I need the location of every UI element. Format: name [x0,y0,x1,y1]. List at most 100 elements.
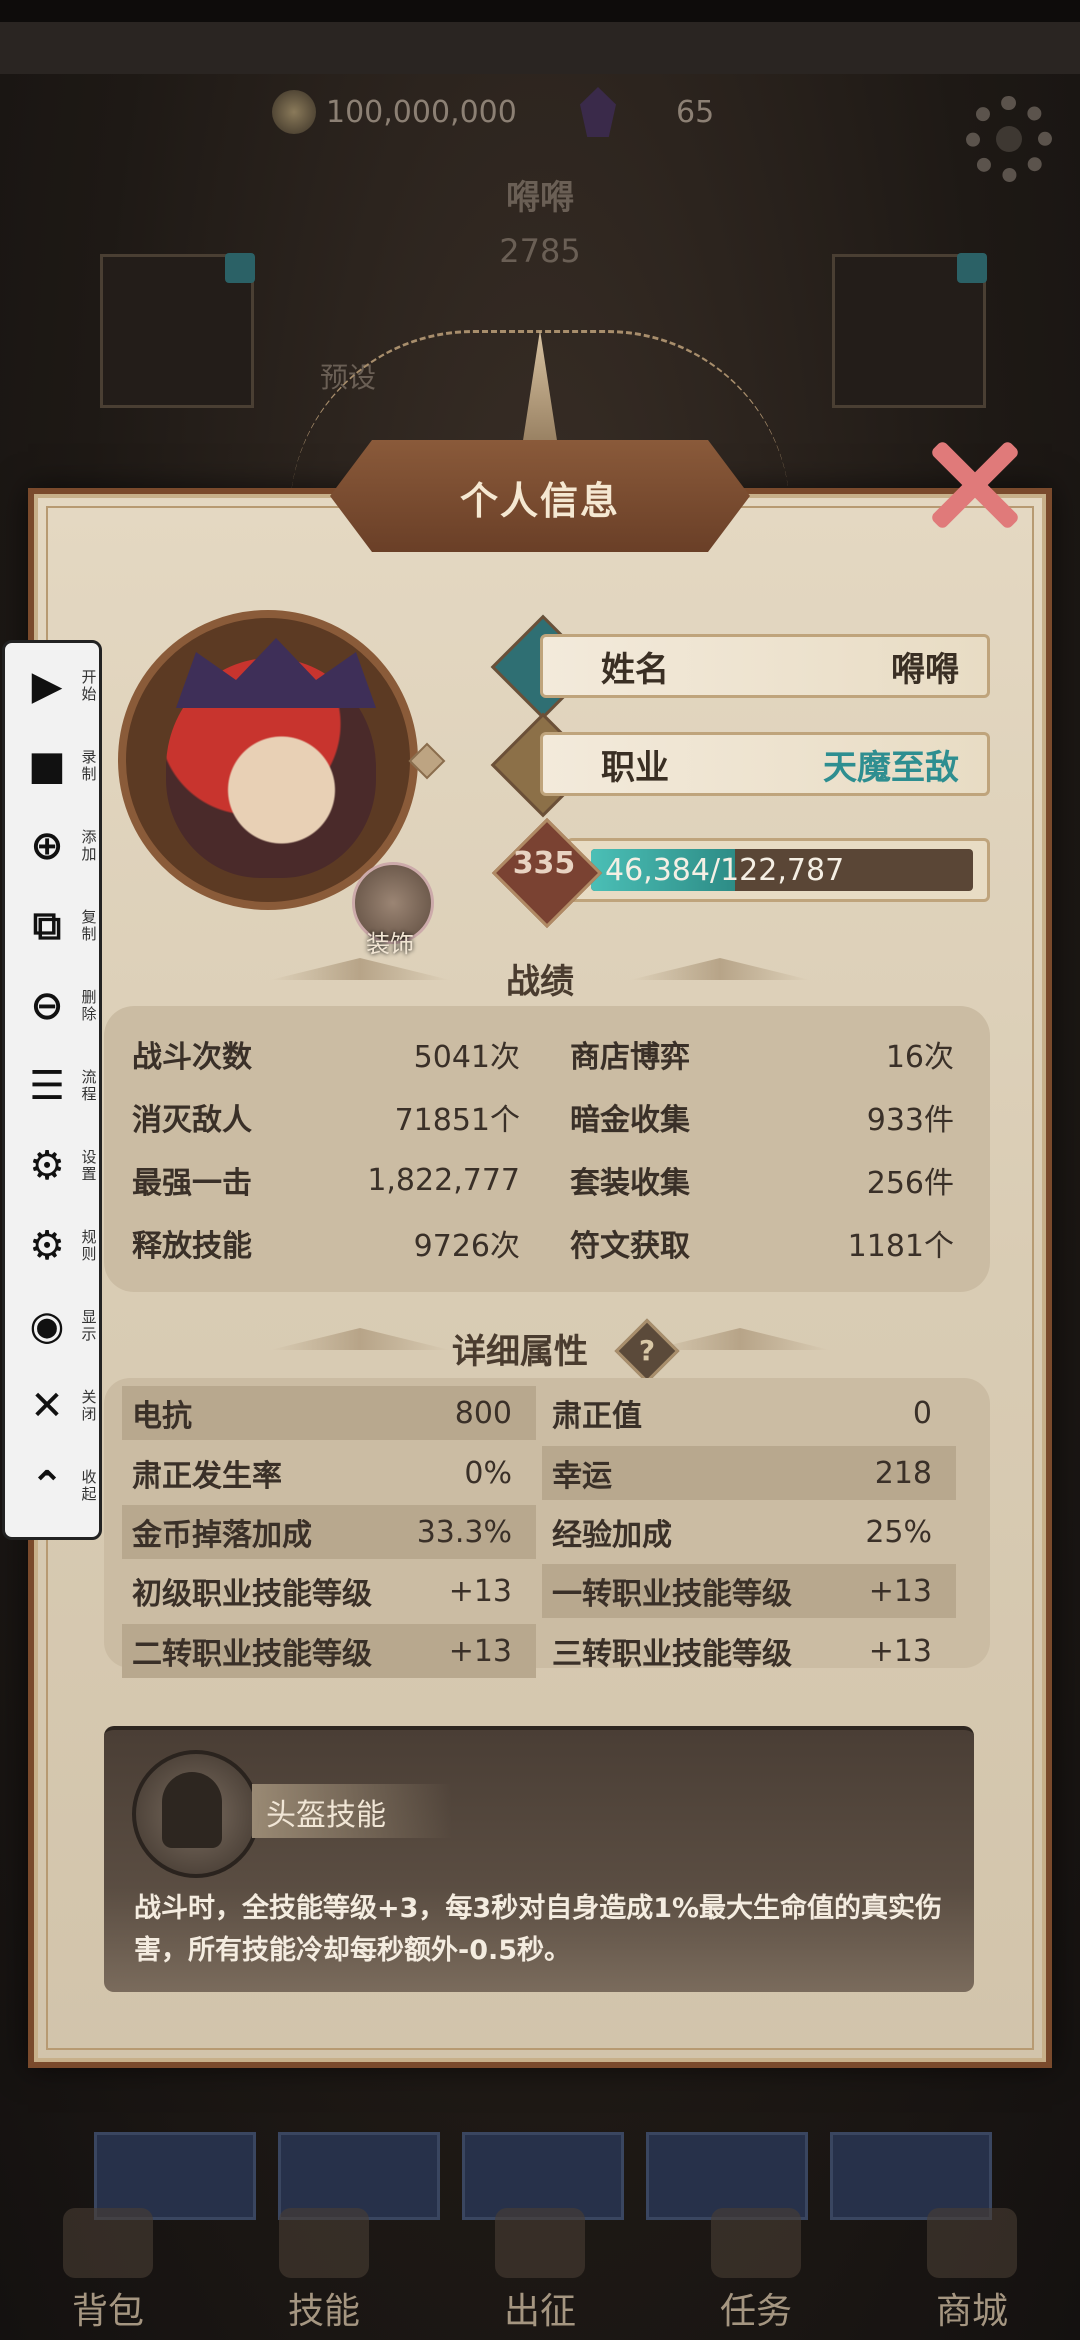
attribute-row: 金币掉落加成 33.3% [122,1505,536,1559]
record-stat: 释放技能 9726次 [132,1213,520,1273]
record-stat-label: 战斗次数 [132,1040,252,1075]
attribute-value: 33.3% [416,1514,512,1550]
attribute-label: 一转职业技能等级 [552,1577,792,1612]
nav-item[interactable]: 商城 [927,2208,1017,2334]
job-label: 职业 [601,747,669,788]
toolbar-item[interactable]: ⊕ 添加 [5,811,105,881]
help-mark[interactable]: ? [624,1328,670,1374]
record-stat-value: 1,822,777 [367,1162,520,1198]
attribute-row: 经验加成 25% [542,1505,956,1559]
delete-icon[interactable]: ⊖ [25,984,69,1028]
add-icon[interactable]: ⊕ [25,824,69,868]
attribute-row: 初级职业技能等级 +13 [122,1564,536,1618]
record-stat-value: 1181个 [847,1229,954,1264]
toolbar-item[interactable]: ✕ 关闭 [5,1371,105,1441]
attribute-value: +13 [448,1633,512,1669]
record-stat-value: 256件 [866,1166,954,1201]
toolbar-label: 删除 [81,988,97,1023]
attribute-label: 幸运 [552,1459,612,1494]
attribute-row: 二转职业技能等级 +13 [122,1624,536,1678]
xp-current: 46,384 [605,852,710,888]
toolbar-item[interactable]: ◉ 显示 [5,1291,105,1361]
equip-slot-amulet[interactable] [832,253,987,408]
skill-description: 战斗时，全技能等级+3，每3秒对自身造成1%最大生命值的真实伤害，所有技能冷却每… [134,1893,943,1966]
attribute-value: 25% [865,1514,932,1550]
toolbar-item[interactable]: ☰ 流程 [5,1051,105,1121]
record-stat-value: 71851个 [394,1103,520,1138]
record-stat: 暗金收集 933件 [570,1087,954,1147]
rules-icon[interactable]: ⚙ [25,1224,69,1268]
flow-icon[interactable]: ☰ [25,1064,69,1108]
helmet-icon [162,1772,222,1848]
toolbar-item[interactable]: ⚙ 规则 [5,1211,105,1281]
attribute-value: +13 [868,1633,932,1669]
gold-counter: 100,000,000 [272,84,517,140]
toolbar-label: 设置 [81,1148,97,1183]
avatar[interactable] [118,610,418,910]
record-stat-label: 暗金收集 [570,1103,690,1138]
record-stat-value: 933件 [866,1103,954,1138]
status-bar [0,0,1080,22]
settings-icon[interactable]: ⚙ [25,1144,69,1188]
nav-item[interactable]: 任务 [711,2208,801,2334]
record-stat-label: 商店博弈 [570,1040,690,1075]
record-stat: 符文获取 1181个 [570,1213,954,1273]
nav-label: 商城 [935,2291,1008,2332]
record-stat-value: 5041次 [413,1040,520,1075]
xp-track: 46,384 / 122,787 [591,849,973,891]
level-number: 335 [512,846,576,881]
attribute-value: 0% [464,1455,512,1491]
attribute-value: +13 [448,1573,512,1609]
skill-name: 头盔技能 [266,1798,386,1833]
record-icon[interactable]: ■ [25,744,69,788]
gem-icon [580,87,616,137]
copy-icon[interactable]: ⧉ [25,904,69,948]
avatar-helmet [176,638,376,708]
attribute-value: +13 [868,1573,932,1609]
nav-label: 出征 [503,2291,576,2332]
name-label: 姓名 [601,649,669,690]
toolbar-item[interactable]: ⌃ 收起 [5,1451,105,1521]
attribute-value: 0 [912,1395,932,1431]
toolbar-item[interactable]: ⊖ 删除 [5,971,105,1041]
toolbar-item[interactable]: ■ 录制 [5,731,105,801]
equip-slot-helmet[interactable] [100,253,255,408]
attributes-title: 详细属性 [452,1332,588,1372]
record-title: 战绩 [506,962,574,1002]
toolbar-item[interactable]: ⧉ 复制 [5,891,105,961]
nav-item[interactable]: 背包 [63,2208,153,2334]
toolbar-label: 复制 [81,908,97,943]
attribute-row: 肃正发生率 0% [122,1446,536,1500]
attribute-row: 幸运 218 [542,1446,956,1500]
attribute-label: 肃正值 [552,1399,642,1434]
nav-item[interactable]: 技能 [279,2208,369,2334]
slot-badge-icon [225,253,255,283]
toolbar-label: 显示 [81,1308,97,1343]
record-stat-label: 符文获取 [570,1229,690,1264]
toolbar-label: 开始 [81,668,97,703]
attribute-label: 肃正发生率 [132,1459,282,1494]
toolbar-item[interactable]: ⚙ 设置 [5,1131,105,1201]
toolbar-item[interactable]: ▶ 开始 [5,651,105,721]
play-icon[interactable]: ▶ [25,664,69,708]
attribute-label: 电抗 [132,1399,192,1434]
gold-amount: 100,000,000 [326,94,517,130]
attribute-value: 218 [874,1455,932,1491]
attribute-label: 二转职业技能等级 [132,1637,372,1672]
nav-icon [927,2208,1017,2278]
gold-coin-icon [272,90,316,134]
job-value: 天魔至敌 [823,747,959,788]
attribute-row: 电抗 800 [122,1386,536,1440]
eye-icon[interactable]: ◉ [25,1304,69,1348]
attribute-row: 一转职业技能等级 +13 [542,1564,956,1618]
collapse-icon[interactable]: ⌃ [25,1464,69,1508]
close-icon[interactable]: ✕ [25,1384,69,1428]
nav-item[interactable]: 出征 [495,2208,585,2334]
gem-counter: 65 [580,84,714,140]
nav-icon [63,2208,153,2278]
xp-text: 46,384 / 122,787 [605,849,844,891]
slot-badge-icon [957,253,987,283]
close-button[interactable] [918,430,1028,540]
job-row: 职业 天魔至敌 [540,732,990,796]
attribute-label: 经验加成 [552,1518,672,1553]
